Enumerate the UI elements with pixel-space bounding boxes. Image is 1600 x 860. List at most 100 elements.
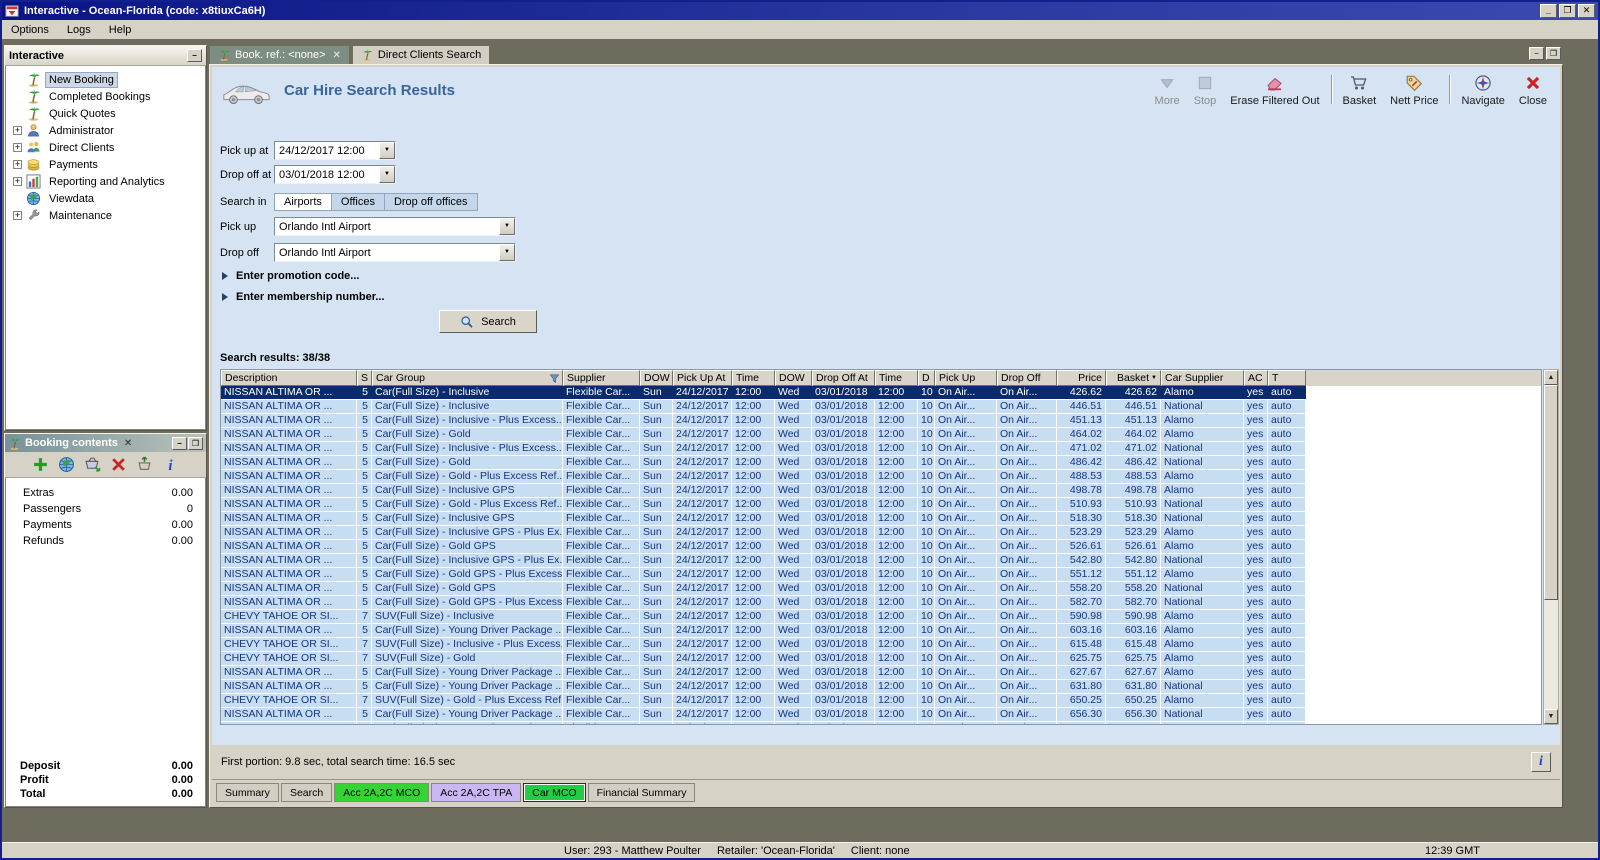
table-row[interactable]: NISSAN ALTIMA OR ...5Car(Full Size) - Yo… [221,680,1306,694]
table-row[interactable]: NISSAN ALTIMA OR ... 5 Car(Full Size) - Go… [221,498,1306,512]
info-button[interactable]: i [1531,752,1551,772]
dropoff-at-combo[interactable]: 03/01/2018 12:00 ▼ [274,165,396,184]
table-row[interactable]: NISSAN ALTIMA OR ...5Car(Full Size) - Yo… [221,666,1306,680]
erase-filtered-out-button[interactable]: Erase Filtered Out [1223,72,1326,107]
expand-plus-icon[interactable]: + [13,177,22,186]
sidebar-item[interactable]: + Payments [6,156,205,173]
sheet-tab[interactable]: Acc 2A,2C TPA [431,783,522,802]
booking-row[interactable]: Refunds 0.00 [6,533,205,549]
search-in-option[interactable]: Airports [274,193,332,211]
sidebar-item[interactable]: Quick Quotes [6,105,205,122]
search-in-option[interactable]: Offices [331,193,385,211]
pickup-at-combo[interactable]: 24/12/2017 12:00 ▼ [274,141,396,160]
sidebar-item[interactable]: + Maintenance [6,207,205,224]
table-row[interactable]: NISSAN ALTIMA OR ... 5 Car(Full Size) - In… [221,400,1306,414]
column-header[interactable]: DOW [640,370,673,386]
expand-plus-icon[interactable]: + [13,143,22,152]
booking-row[interactable]: Payments 0.00 [6,517,205,533]
close-button[interactable]: Close [1512,72,1554,107]
sidebar-item[interactable]: + Direct Clients [6,139,205,156]
table-row[interactable]: NISSAN ALTIMA OR ... 5 Car(Full Size) - Go… [221,428,1306,442]
search-button[interactable]: Search [439,310,537,333]
chevron-down-icon[interactable]: ▼ [379,166,395,183]
tab-close-icon[interactable]: ✕ [333,50,341,61]
column-header[interactable]: AC [1244,370,1268,386]
sidebar-item[interactable]: Completed Bookings [6,88,205,105]
basket-add-icon[interactable] [84,456,101,473]
table-row[interactable]: CHEVY TAHOE OR SI... 7 SUV(Full Size) - In… [221,610,1306,624]
table-row[interactable]: NISSAN ALTIMA OR ... 5 Car(Full Size) - Go… [221,596,1306,610]
chevron-down-icon[interactable]: ▼ [379,142,395,159]
sheet-tab[interactable]: Financial Summary [587,783,696,802]
sidebar-item[interactable]: + Reporting and Analytics [6,173,205,190]
title-bar[interactable]: Interactive - Ocean-Florida (code: x8tiu… [2,2,1598,20]
info-icon[interactable]: i [162,456,179,473]
scroll-up-icon[interactable]: ▲ [1544,370,1558,385]
column-header[interactable]: Pick Up At [673,370,732,386]
column-header[interactable]: Drop Off [997,370,1057,386]
booking-row[interactable]: Passengers 0 [6,501,205,517]
add-icon[interactable] [32,456,49,473]
basket-button[interactable]: Basket [1336,72,1384,107]
sidebar-item[interactable]: Viewdata [6,190,205,207]
booking-panel-header[interactable]: Booking contents ✕ − ❐ [5,434,206,452]
menu-options[interactable]: Options [2,21,58,39]
column-header[interactable]: Price [1057,370,1106,386]
chevron-down-icon[interactable]: ▼ [499,218,515,235]
search-in-option[interactable]: Drop off offices [384,193,478,211]
table-row[interactable]: NISSAN ALTIMA OR ... 5 Car(Full Size) - Go… [221,540,1306,554]
table-row[interactable]: CHEVY TAHOE OR SI... 7 SUV(Full Size) - Go… [221,652,1306,666]
maximize-button[interactable]: ❐ [1559,4,1576,18]
scroll-down-icon[interactable]: ▼ [1544,709,1558,724]
expand-plus-icon[interactable]: + [13,160,22,169]
booking-minimize-button[interactable]: − [172,436,187,450]
expand-plus-icon[interactable]: + [13,211,22,220]
column-header[interactable]: Time [875,370,918,386]
scrollbar-thumb[interactable] [1544,385,1558,600]
table-row[interactable]: NISSAN ALTIMA OR ... 5 Car(Full Size) - Go… [221,582,1306,596]
sheet-tab[interactable]: Search [280,783,333,802]
chevron-down-icon[interactable]: ▼ [499,244,515,261]
menu-logs[interactable]: Logs [58,21,100,39]
column-header[interactable]: D [918,370,935,386]
column-header[interactable]: Pick Up [935,370,997,386]
table-row[interactable]: NISSAN ALTIMA OR ...5Car(Full Size) - Yo… [221,722,1306,724]
column-header[interactable]: Drop Off At [812,370,875,386]
booking-panel-close-icon[interactable]: ✕ [124,438,132,449]
pickup-combo[interactable]: Orlando Intl Airport ▼ [274,217,516,236]
filter-funnel-icon[interactable] [549,373,560,384]
table-row[interactable]: NISSAN ALTIMA OR ... 5 Car(Full Size) - In… [221,512,1306,526]
table-row[interactable]: NISSAN ALTIMA OR ... 5 Car(Full Size) - In… [221,442,1306,456]
table-row[interactable]: CHEVY TAHOE OR SI... 7 SUV(Full Size) - In… [221,638,1306,652]
panel-collapse-button[interactable]: − [187,49,202,62]
globe-icon[interactable] [58,456,75,473]
booking-restore-button[interactable]: ❐ [188,436,203,450]
table-row[interactable]: NISSAN ALTIMA OR ... 5 Car(Full Size) - In… [221,484,1306,498]
menu-help[interactable]: Help [100,21,141,39]
column-header[interactable]: Time [732,370,775,386]
vertical-scrollbar[interactable]: ▲ ▼ [1543,369,1559,725]
column-header[interactable]: DOW [775,370,812,386]
child-minimize-button[interactable]: − [1529,47,1544,60]
dropoff-combo[interactable]: Orlando Intl Airport ▼ [274,243,516,262]
column-header[interactable]: Description [221,370,357,386]
basket-up-icon[interactable] [136,456,153,473]
table-row[interactable]: NISSAN ALTIMA OR ... 5 Car(Full Size) - Go… [221,456,1306,470]
column-header[interactable]: Basket ▼ [1106,370,1161,386]
booking-row[interactable]: Extras 0.00 [6,485,205,501]
column-header[interactable]: Car Group [372,370,563,386]
sheet-tab[interactable]: Car MCO [523,783,586,802]
sidebar-item[interactable]: New Booking [6,71,205,88]
column-header[interactable]: T [1268,370,1306,386]
sidebar-item[interactable]: + Administrator [6,122,205,139]
navigate-button[interactable]: Navigate [1454,72,1511,107]
promo-code-toggle[interactable]: Enter promotion code... [222,270,359,282]
column-header[interactable]: Car Supplier [1161,370,1244,386]
sheet-tab[interactable]: Summary [216,783,279,802]
table-row[interactable]: NISSAN ALTIMA OR ...5Car(Full Size) - Yo… [221,624,1306,638]
table-row[interactable]: CHEVY TAHOE OR SI... 7 SUV(Full Size) - Go… [221,694,1306,708]
document-tab[interactable]: Direct Clients Search [351,45,491,64]
child-restore-button[interactable]: ❐ [1546,47,1561,60]
table-row[interactable]: NISSAN ALTIMA OR ... 5 Car(Full Size) - In… [221,386,1306,400]
table-row[interactable]: NISSAN ALTIMA OR ... 5 Car(Full Size) - In… [221,526,1306,540]
